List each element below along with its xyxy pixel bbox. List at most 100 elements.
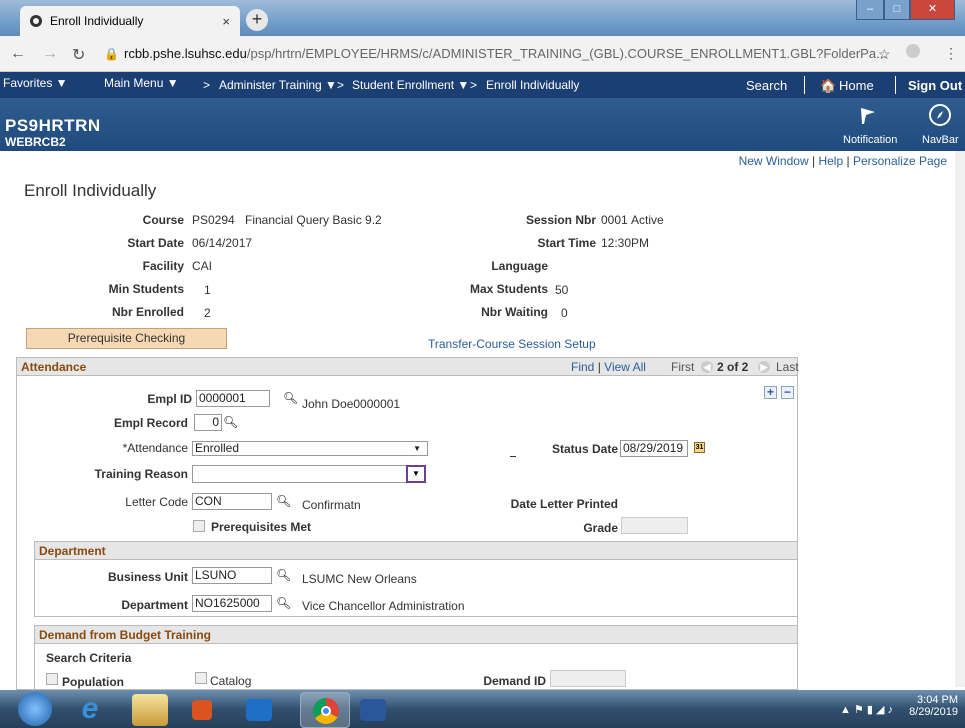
personalize-page-link[interactable]: Personalize Page [853, 154, 947, 168]
training-reason-select[interactable] [192, 465, 426, 483]
demand-header: Demand from Budget Training [35, 626, 797, 644]
bookmark-star-icon[interactable]: ☆ [878, 46, 891, 63]
status-date-field[interactable]: 08/29/2019 [620, 440, 688, 457]
empl-id-search-icon[interactable]: 🔍︎ [283, 391, 298, 405]
file-explorer-icon[interactable] [132, 694, 168, 726]
demand-id-field[interactable] [550, 670, 626, 687]
help-link[interactable]: Help [818, 154, 843, 168]
empl-id-field[interactable]: 0000001 [196, 390, 270, 407]
add-row-icon[interactable]: + [764, 386, 777, 399]
min-students-label: Min Students [108, 282, 184, 296]
prerequisites-met-checkbox[interactable] [193, 520, 205, 532]
next-arrow-icon[interactable]: ▶ [758, 361, 770, 373]
breadcrumb-student-enrollment[interactable]: Student Enrollment ▼ [352, 78, 469, 92]
business-unit-field[interactable]: LSUNO [192, 567, 272, 584]
chrome-taskbar-button[interactable] [300, 692, 350, 728]
search-link[interactable]: Search [746, 78, 787, 93]
delete-row-icon[interactable]: − [781, 386, 794, 399]
tray-icons[interactable]: ▲ ⚑ ▮ ◢ ♪ [840, 703, 893, 716]
start-date-label: Start Date [127, 236, 184, 250]
database-name: PS9HRTRN [5, 116, 101, 135]
calendar-icon[interactable]: 31 [694, 442, 705, 453]
navbar-compass-icon[interactable] [929, 104, 951, 126]
find-link[interactable]: Find [571, 360, 594, 374]
grade-label: Grade [583, 521, 618, 535]
ps-nav-bar: Favorites ▼ Main Menu ▼ > Administer Tra… [0, 72, 965, 98]
date-letter-printed-label: Date Letter Printed [510, 497, 618, 511]
start-date-value: 06/14/2017 [192, 236, 253, 250]
url-field[interactable]: rcbb.pshe.lsuhsc.edu/psp/hrtrn/EMPLOYEE/… [124, 46, 887, 61]
prerequisite-checking-button[interactable]: Prerequisite Checking [26, 328, 227, 349]
catalog-label: Catalog [210, 674, 252, 688]
page-title: Enroll Individually [24, 181, 157, 200]
ps-header [0, 98, 965, 151]
favorites-menu[interactable]: Favorites ▼ [3, 76, 68, 90]
department-search-icon[interactable]: 🔍︎ [276, 596, 291, 610]
divider [804, 76, 805, 94]
new-tab-button[interactable]: + [246, 9, 268, 31]
breadcrumb-enroll-individually[interactable]: Enroll Individually [486, 78, 579, 92]
catalog-checkbox[interactable] [195, 672, 207, 684]
profile-icon[interactable] [906, 44, 920, 58]
start-button[interactable] [18, 692, 52, 726]
course-value: PS0294 [192, 213, 235, 227]
close-window-button[interactable]: ✕ [910, 0, 955, 20]
home-icon[interactable]: 🏠 [820, 78, 836, 94]
media-player-icon[interactable] [192, 700, 212, 720]
menu-icon[interactable]: ⋮ [944, 45, 958, 62]
breadcrumb-administer-training[interactable]: Administer Training ▼ [219, 78, 337, 92]
demand-section: Demand from Budget Training [34, 625, 798, 690]
grade-field[interactable] [621, 517, 688, 534]
letter-code-search-icon[interactable]: 🔍︎ [276, 494, 291, 508]
department-label: Department [121, 598, 188, 612]
business-unit-label: Business Unit [107, 570, 188, 584]
transfer-course-session-link[interactable]: Transfer-Course Session Setup [428, 337, 596, 351]
notification-flag-icon[interactable] [858, 106, 878, 126]
business-unit-search-icon[interactable]: 🔍︎ [276, 568, 291, 582]
reload-icon[interactable]: ↻ [72, 45, 85, 65]
attendance-label: *Attendance [122, 441, 188, 455]
letter-code-field[interactable]: CON [192, 493, 272, 510]
back-icon[interactable]: ← [10, 45, 26, 63]
population-checkbox[interactable] [46, 673, 58, 685]
first-link[interactable]: First [671, 360, 694, 374]
empl-record-field[interactable]: 0 [194, 414, 222, 431]
home-link[interactable]: Home [839, 78, 874, 93]
nbr-enrolled-label: Nbr Enrolled [111, 305, 184, 319]
prev-arrow-icon[interactable]: ◀ [701, 361, 713, 373]
empl-id-label: Empl ID [147, 392, 192, 406]
outlook-icon[interactable] [246, 699, 272, 721]
clock[interactable]: 3:04 PM 8/29/2019 [902, 694, 958, 718]
last-link[interactable]: Last [776, 360, 799, 374]
session-nbr-value: 0001 [601, 213, 628, 227]
attendance-title: Attendance [21, 360, 87, 374]
main-menu[interactable]: Main Menu ▼ [104, 76, 179, 90]
view-all-link[interactable]: View All [604, 360, 646, 374]
department-field[interactable]: NO1625000 [192, 595, 272, 612]
internet-explorer-icon[interactable]: e [72, 694, 108, 726]
department-description: Vice Chancellor Administration [302, 599, 465, 613]
tab-title: Enroll Individually [50, 14, 144, 28]
empl-record-label: Empl Record [113, 416, 188, 430]
notification-label[interactable]: Notification [843, 134, 897, 146]
browser-tab[interactable]: Enroll Individually × [20, 6, 240, 36]
address-bar: ← → ↻ 🔒 rcbb.pshe.lsuhsc.edu/psp/hrtrn/E… [0, 36, 965, 72]
attendance-select[interactable]: Enrolled ▼ [192, 441, 428, 456]
minimize-button[interactable]: – [856, 0, 884, 20]
training-reason-dropdown-icon[interactable]: ▼ [406, 465, 426, 483]
sign-out-link[interactable]: Sign Out [908, 78, 962, 93]
breadcrumb-sep: > [470, 78, 478, 92]
empl-record-search-icon[interactable]: 🔍︎ [223, 415, 238, 429]
navbar-label[interactable]: NavBar [922, 134, 959, 146]
new-window-link[interactable]: New Window [739, 154, 809, 168]
maximize-button[interactable]: □ [884, 0, 910, 20]
nbr-waiting-label: Nbr Waiting [481, 305, 548, 319]
tab-close-icon[interactable]: × [222, 14, 230, 29]
page-scrollbar[interactable] [955, 151, 965, 687]
row-count: 2 of 2 [717, 360, 749, 374]
forward-icon[interactable]: → [42, 45, 58, 63]
department-header: Department [35, 542, 797, 560]
nbr-waiting-value: 0 [561, 306, 568, 320]
word-icon[interactable] [360, 699, 386, 721]
breadcrumb-sep: > [203, 78, 211, 92]
